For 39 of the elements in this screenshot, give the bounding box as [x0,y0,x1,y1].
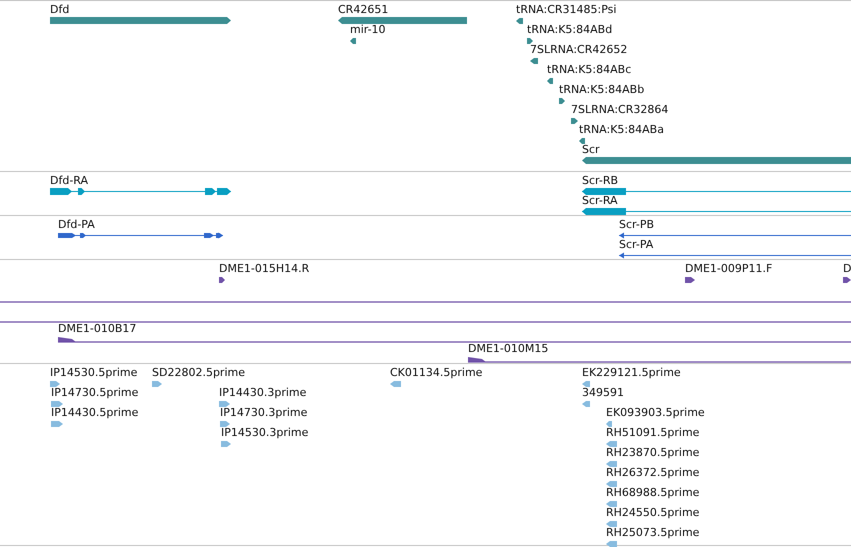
feature-label: tRNA:K5:84ABb [559,83,644,96]
feature-label: mir-10 [350,23,386,36]
feature-label: EK093903.5prime [606,406,705,419]
feature-label: RH23870.5prime [606,446,700,459]
feature-label: IP14730.3prime [220,406,308,419]
feature-label: tRNA:K5:84ABc [547,63,632,76]
feature-label: tRNA:K5:84ABd [527,23,612,36]
feature-label: IP14430.5prime [51,406,138,419]
feature-label: CR42651 [338,3,388,16]
feature-label: IP14730.5prime [51,386,138,399]
feature-label: 7SLRNA:CR42652 [530,43,628,56]
feature-label: Dfd [50,3,70,16]
feature-label: IP14530.5prime [50,366,138,379]
feature-label: RH68988.5prime [606,486,700,499]
feature-label: RH25073.5prime [606,526,700,539]
feature-label: tRNA:K5:84ABa [579,123,664,136]
feature-label: EK229121.5prime [582,366,681,379]
feature-label: Scr-PB [619,218,654,231]
feature-label: tRNA:CR31485:Psi [516,3,616,16]
feature-label: RH51091.5prime [606,426,700,439]
feature-label: Scr-RB [582,174,618,187]
feature-label: DME1-010M15 [468,342,548,355]
feature-label: DME1-009P11.F [685,262,772,275]
feature-label: DME1-010B17 [58,322,136,335]
feature-label: SD22802.5prime [152,366,245,379]
feature-label: Dfd-PA [58,218,95,231]
feature-label: DME1-015H14.R [219,262,310,275]
feature-label: D [843,262,851,275]
feature-label: 349591 [582,386,624,399]
feature-label: Scr [582,143,600,156]
feature-label: Scr-PA [619,238,654,251]
feature-label: 7SLRNA:CR32864 [571,103,668,116]
feature-label: Dfd-RA [50,174,88,187]
feature-label: CK01134.5prime [390,366,482,379]
feature-label: IP14530.3prime [221,426,308,439]
feature-label: RH26372.5prime [606,466,700,479]
feature-label: Scr-RA [582,194,618,207]
feature-label: RH24550.5prime [606,506,700,519]
feature-label: IP14430.3prime [219,386,306,399]
